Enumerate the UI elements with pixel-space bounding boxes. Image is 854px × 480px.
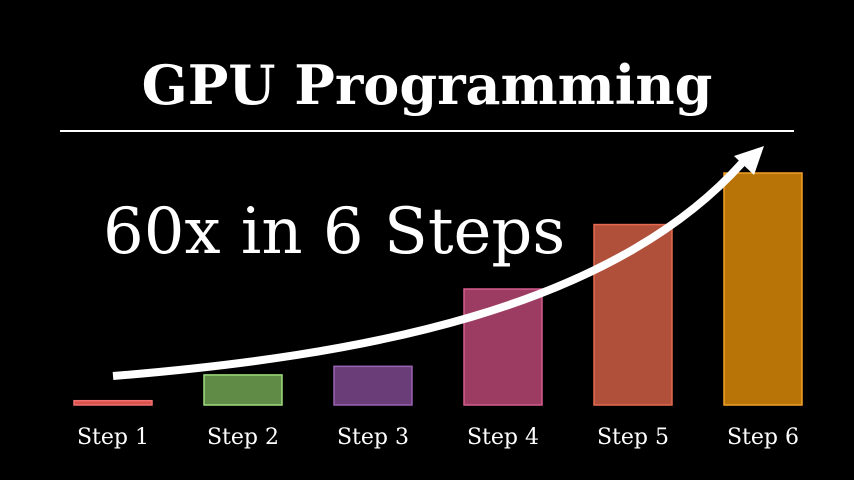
bar-step-3	[333, 365, 413, 406]
tick-label-step-5: Step 5	[597, 425, 669, 450]
bar-step-2	[203, 374, 283, 406]
tick-label-step-1: Step 1	[77, 425, 149, 450]
bar-step-6	[723, 172, 803, 406]
tick-label-step-4: Step 4	[467, 425, 539, 450]
bar-step-1	[73, 399, 153, 406]
tick-label-step-6: Step 6	[727, 425, 799, 450]
tick-label-step-2: Step 2	[207, 425, 279, 450]
headline-text: 60x in 6 Steps	[103, 195, 566, 269]
tick-labels-group: Step 1 Step 2 Step 3 Step 4 Step 5 Step 6	[77, 425, 799, 450]
tick-label-step-3: Step 3	[337, 425, 409, 450]
